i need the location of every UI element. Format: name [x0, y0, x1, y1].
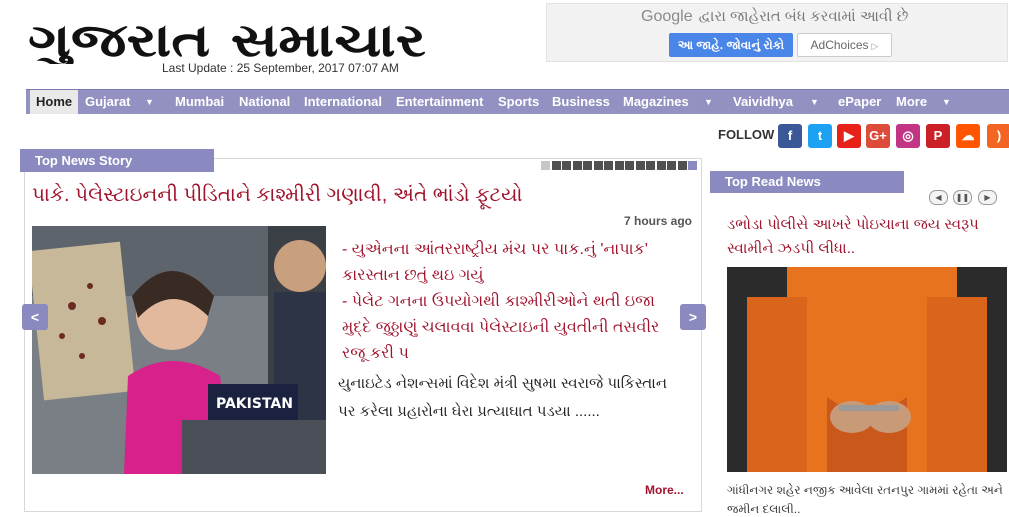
- stop-ads-button[interactable]: આ જાહે. જોવાનું રોકો: [669, 33, 793, 57]
- nav-item-national[interactable]: National: [239, 90, 290, 114]
- adchoices-button[interactable]: AdChoices ▷: [797, 33, 892, 57]
- twitter-icon[interactable]: t: [808, 124, 832, 148]
- slider-dot[interactable]: [677, 161, 687, 170]
- slider-next-arrow[interactable]: >: [680, 304, 706, 330]
- last-update: Last Update : 25 September, 2017 07:07 A…: [162, 61, 399, 75]
- top-news-headline[interactable]: પાકે. પેલેસ્ટાઇનની પીડિતાને કાશ્મીરી ગણા…: [32, 184, 523, 207]
- more-link[interactable]: More...: [645, 483, 684, 497]
- top-read-headline[interactable]: ડભોડા પોલીસે આખરે પોઇચાના જય સ્વરૂપ સ્વા…: [727, 213, 1002, 261]
- nav-item-magazines[interactable]: Magazines: [623, 90, 689, 114]
- slider-dot[interactable]: [583, 161, 592, 170]
- chevron-down-icon[interactable]: ▼: [942, 90, 951, 114]
- nav-item-gujarat[interactable]: Gujarat: [85, 90, 131, 114]
- site-logo-text: ગુજરાત સમાચાર: [28, 13, 426, 64]
- top-read-section-label: Top Read News: [710, 171, 904, 193]
- nav-item-business[interactable]: Business: [552, 90, 610, 114]
- chevron-down-icon[interactable]: ▼: [704, 90, 713, 114]
- slider-dot[interactable]: [667, 161, 676, 170]
- adchoices-label: AdChoices: [810, 38, 869, 52]
- top-news-bullet[interactable]: - પેલેટ ગનના ઉપયોગથી કાશ્મીરીઓને થતી ઇજા…: [342, 289, 678, 367]
- top-read-summary: ગાંધીનગર શહેર નજીક આવેલા રતનપુર ગામમાં ર…: [727, 483, 1003, 516]
- rss-icon[interactable]: ): [987, 124, 1009, 148]
- nav-item-international[interactable]: International: [304, 90, 382, 114]
- pinterest-icon[interactable]: P: [926, 124, 950, 148]
- follow-label: FOLLOW: [718, 127, 775, 142]
- slider-dot[interactable]: [572, 161, 582, 170]
- slider-dot[interactable]: [646, 161, 655, 170]
- top-read-next-button[interactable]: ▶: [978, 190, 997, 205]
- soundcloud-icon[interactable]: ☁: [956, 124, 980, 148]
- logo-wordmark: ગુજરાત સમાચાર: [28, 13, 426, 64]
- site-logo[interactable]: ગુજરાત સમાચાર: [28, 12, 428, 64]
- nav-item-vaividhya[interactable]: Vaividhya: [733, 90, 793, 114]
- facebook-icon[interactable]: f: [778, 124, 802, 148]
- ad-banner: Google દ્વારા જાહેરાત બંધ કરવામાં આવી છે …: [546, 3, 1008, 62]
- adchoices-icon: ▷: [871, 41, 879, 51]
- top-read-prev-button[interactable]: ◀: [929, 190, 948, 205]
- chevron-down-icon[interactable]: ▼: [145, 90, 154, 114]
- slider-dot[interactable]: [625, 161, 634, 170]
- slider-dot[interactable]: [604, 161, 613, 170]
- slider-dot[interactable]: [688, 161, 697, 170]
- nav-item-home[interactable]: Home: [30, 90, 79, 114]
- slider-dot[interactable]: [635, 161, 645, 170]
- slider-dot[interactable]: [614, 161, 624, 170]
- slider-dot[interactable]: [656, 161, 666, 170]
- google-brand: Google: [641, 8, 693, 25]
- top-read-image[interactable]: [727, 267, 1007, 472]
- nav-item-more[interactable]: More: [896, 90, 927, 114]
- top-news-photo: PAKISTAN: [32, 226, 326, 474]
- top-news-bullets: - યુએનના આંતરરાષ્ટ્રીય મંચ પર પાક.નું 'ન…: [342, 237, 678, 367]
- nav-item-entertainment[interactable]: Entertainment: [396, 90, 483, 114]
- top-news-section-label: Top News Story: [20, 149, 214, 172]
- slider-dot[interactable]: [551, 161, 561, 170]
- google-plus-icon[interactable]: G+: [866, 124, 890, 148]
- slider-dot[interactable]: [562, 161, 571, 170]
- ad-message-line: Google દ્વારા જાહેરાત બંધ કરવામાં આવી છે: [641, 8, 908, 26]
- youtube-icon[interactable]: ▶: [837, 124, 861, 148]
- image-placard-text: PAKISTAN: [216, 396, 293, 412]
- ad-message: દ્વારા જાહેરાત બંધ કરવામાં આવી છે: [698, 8, 909, 25]
- top-read-photo: [727, 267, 1007, 472]
- nav-item-epaper[interactable]: ePaper: [838, 90, 881, 114]
- top-news-body: યુનાઇટેડ નેશન્સમાં વિદેશ મંત્રી સુષમા સ્…: [338, 375, 668, 420]
- top-news-image[interactable]: PAKISTAN: [32, 226, 326, 474]
- top-read-pause-button[interactable]: ❚❚: [953, 190, 972, 205]
- nav-item-mumbai[interactable]: Mumbai: [175, 90, 224, 114]
- top-news-time: 7 hours ago: [624, 214, 693, 228]
- nav-item-sports[interactable]: Sports: [498, 90, 539, 114]
- slider-dot[interactable]: [541, 161, 550, 170]
- instagram-icon[interactable]: ◎: [896, 124, 920, 148]
- slider-prev-arrow[interactable]: <: [22, 304, 48, 330]
- top-news-bullet[interactable]: - યુએનના આંતરરાષ્ટ્રીય મંચ પર પાક.નું 'ન…: [342, 237, 678, 289]
- chevron-down-icon[interactable]: ▼: [810, 90, 819, 114]
- main-nav: Home Gujarat ▼ Mumbai National International E…: [26, 89, 1009, 114]
- slider-dot[interactable]: [593, 161, 603, 170]
